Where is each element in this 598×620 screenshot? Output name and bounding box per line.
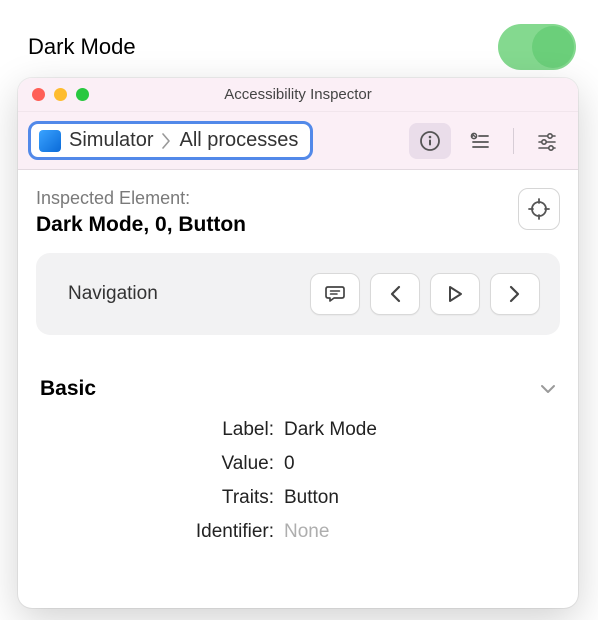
basic-value-row: Value: 0 (36, 447, 560, 481)
setting-label: Dark Mode (28, 34, 136, 60)
audit-list-icon (469, 130, 491, 152)
inspected-element-description: Dark Mode, 0, Button (36, 213, 246, 237)
chevron-left-icon (388, 285, 402, 303)
basic-label-row: Label: Dark Mode (36, 413, 560, 447)
chevron-right-icon (161, 133, 171, 149)
navigation-card: Navigation (36, 253, 560, 335)
basic-label-value: Dark Mode (284, 419, 377, 441)
window-title: Accessibility Inspector (18, 86, 578, 103)
target-element-button[interactable] (518, 188, 560, 230)
close-window-button[interactable] (32, 88, 45, 101)
basic-value-value: 0 (284, 453, 295, 475)
basic-section-title: Basic (40, 377, 96, 401)
inspected-element-header: Inspected Element: Dark Mode, 0, Button (36, 188, 560, 237)
speech-bubble-icon (324, 284, 346, 304)
window-titlebar[interactable]: Accessibility Inspector (18, 78, 578, 112)
basic-section: Basic Label: Dark Mode Value: 0 Traits: … (36, 377, 560, 549)
toolbar-divider (513, 128, 514, 154)
play-icon (446, 285, 464, 303)
basic-identifier-key: Identifier: (36, 521, 284, 543)
basic-traits-key: Traits: (36, 487, 284, 509)
dark-mode-toggle[interactable] (498, 24, 576, 70)
chevron-right-icon (508, 285, 522, 303)
background-setting-row: Dark Mode (0, 0, 598, 88)
previous-element-button[interactable] (370, 273, 420, 315)
info-icon (419, 130, 441, 152)
simulator-app-icon (39, 130, 61, 152)
target-app-label: Simulator (69, 129, 153, 152)
basic-traits-row: Traits: Button (36, 481, 560, 515)
basic-label-key: Label: (36, 419, 284, 441)
inspected-element-heading: Inspected Element: (36, 188, 246, 209)
inspection-mode-button[interactable] (409, 123, 451, 159)
toggle-knob (532, 26, 574, 68)
audit-mode-button[interactable] (459, 123, 501, 159)
basic-identifier-row: Identifier: None (36, 515, 560, 549)
window-controls (18, 88, 89, 101)
sliders-icon (536, 130, 558, 152)
basic-section-header[interactable]: Basic (36, 377, 560, 413)
inspector-content: Inspected Element: Dark Mode, 0, Button … (18, 170, 578, 549)
inspection-target-selector[interactable]: Simulator All processes (28, 121, 313, 160)
basic-traits-value: Button (284, 487, 339, 509)
basic-value-key: Value: (36, 453, 284, 475)
navigation-buttons (310, 273, 540, 315)
target-process-label: All processes (179, 129, 298, 152)
settings-button[interactable] (526, 123, 568, 159)
navigation-title: Navigation (56, 283, 158, 305)
minimize-window-button[interactable] (54, 88, 67, 101)
inspector-window: Accessibility Inspector Simulator All pr… (18, 78, 578, 608)
toolbar: Simulator All processes (18, 112, 578, 170)
chevron-down-icon (540, 383, 556, 395)
basic-identifier-value: None (284, 521, 329, 543)
auto-navigate-button[interactable] (430, 273, 480, 315)
crosshair-icon (528, 198, 550, 220)
zoom-window-button[interactable] (76, 88, 89, 101)
next-element-button[interactable] (490, 273, 540, 315)
speak-element-button[interactable] (310, 273, 360, 315)
